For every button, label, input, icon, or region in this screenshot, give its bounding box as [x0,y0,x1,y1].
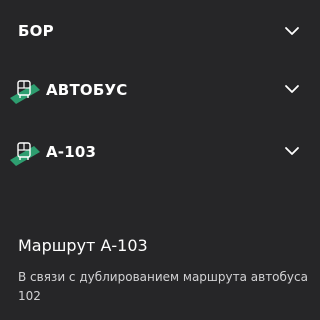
route-description: В связи с дублированием маршрута автобус… [18,270,308,303]
chevron-down-icon [285,85,299,93]
chevron-down-icon [285,147,299,155]
route-label: А-103 [46,143,97,161]
bus-icon [10,80,40,104]
route-title: Маршрут А-103 [18,236,148,255]
transport-type-label: АВТОБУС [46,81,128,99]
location-label: БОР [18,22,54,40]
bus-icon [10,142,40,166]
location-dropdown[interactable]: БОР [0,12,320,52]
route-dropdown[interactable]: А-103 [0,132,320,172]
chevron-down-icon [285,27,299,35]
transport-type-dropdown[interactable]: АВТОБУС [0,70,320,110]
